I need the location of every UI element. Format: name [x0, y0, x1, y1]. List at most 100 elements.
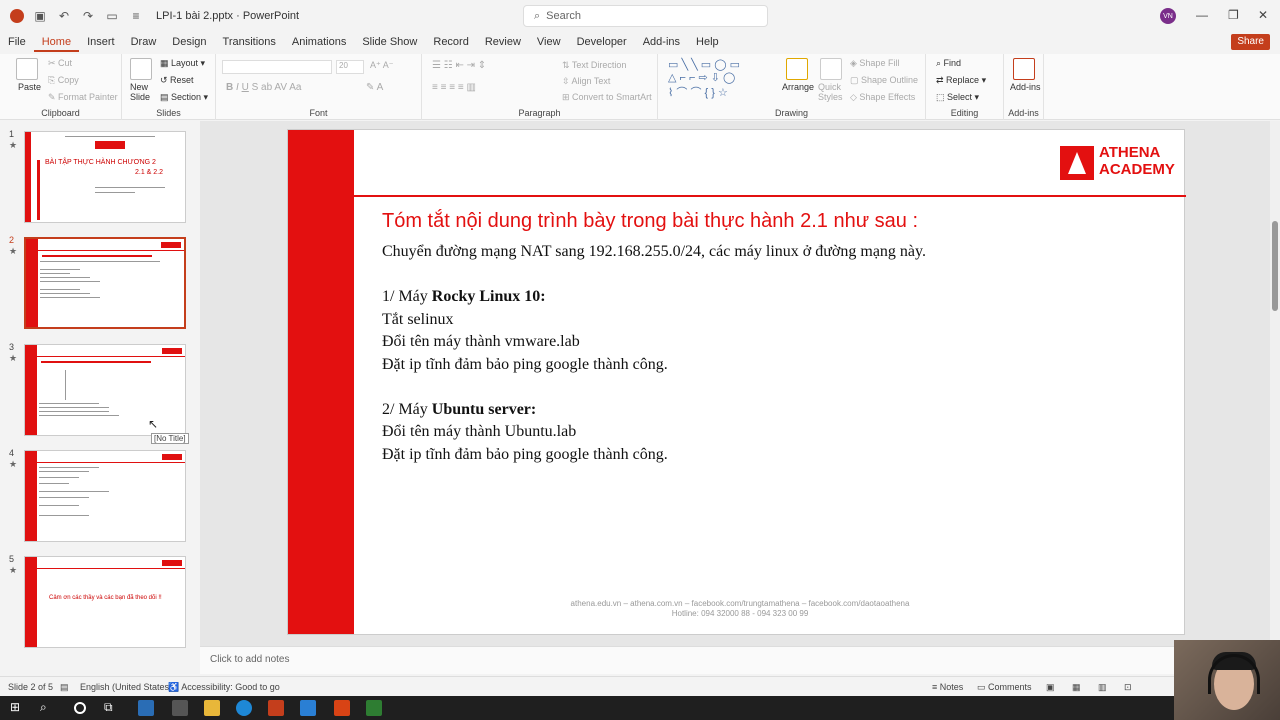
ribbon-tabs: File Home Insert Draw Design Transitions Anima…	[0, 32, 1280, 52]
scrollbar-thumb[interactable]	[1272, 221, 1278, 311]
customize-toolbar-icon[interactable]: ≡	[128, 8, 144, 24]
paste-button[interactable]: Paste	[18, 82, 41, 92]
addins-button[interactable]: Add-ins	[1010, 82, 1041, 92]
tab-view[interactable]: View	[529, 32, 569, 52]
tab-file[interactable]: File	[0, 32, 34, 52]
thumb-line	[39, 411, 109, 412]
slide-thumbnail-5[interactable]: Cảm ơn các thầy và các bạn đã theo dõi !…	[24, 556, 186, 648]
grow-font-icon[interactable]: A⁺ A⁻	[370, 60, 394, 71]
paste-icon[interactable]	[16, 58, 38, 80]
find-button[interactable]: ⌕ Find	[936, 58, 961, 69]
taskbar-app-icon[interactable]	[300, 700, 316, 716]
minimize-icon[interactable]: —	[1196, 8, 1208, 22]
taskbar-app-icon[interactable]	[334, 700, 350, 716]
new-slide-icon[interactable]	[130, 58, 152, 80]
font-size-box[interactable]: 20	[336, 60, 364, 74]
quick-styles-icon[interactable]	[820, 58, 842, 80]
reset-button[interactable]: ↺ Reset	[160, 75, 194, 86]
font-name-box[interactable]	[222, 60, 332, 74]
undo-icon[interactable]: ↶	[56, 8, 72, 24]
clipboard-group: Paste ✂ Cut ⎘ Copy ✎ Format Painter Clip…	[0, 54, 122, 120]
slide-body[interactable]: Chuyển đường mạng NAT sang 192.168.255.0…	[382, 241, 926, 466]
addins-icon[interactable]	[1013, 58, 1035, 80]
shape-outline-button[interactable]: ▢ Shape Outline	[850, 75, 918, 86]
shape-effects-button[interactable]: ◇ Shape Effects	[850, 92, 915, 103]
search-box[interactable]: ⌕ Search	[523, 5, 768, 27]
tab-help[interactable]: Help	[688, 32, 727, 52]
close-icon[interactable]: ✕	[1258, 8, 1268, 22]
language-status[interactable]: English (United States)	[80, 682, 172, 692]
slide-thumbnail-2[interactable]	[24, 237, 186, 329]
tab-transitions[interactable]: Transitions	[215, 32, 284, 52]
thumb-red-accent	[37, 160, 40, 220]
edge-icon[interactable]	[236, 700, 252, 716]
notes-pane[interactable]: Click to add notes	[200, 646, 1270, 674]
align-icons[interactable]: ≡ ≡ ≡ ≡ ▥	[432, 82, 476, 93]
tab-design[interactable]: Design	[164, 32, 214, 52]
slide-title[interactable]: Tóm tắt nội dung trình bày trong bài thự…	[382, 210, 918, 233]
current-slide[interactable]: ATHENA ACADEMY Tóm tắt nội dung trình bà…	[287, 129, 1186, 635]
vertical-scrollbar[interactable]	[1270, 121, 1280, 646]
format-painter-label: Format Painter	[58, 92, 118, 102]
slide-sorter-icon[interactable]: ▦	[1072, 682, 1081, 693]
tab-developer[interactable]: Developer	[569, 32, 635, 52]
share-button[interactable]: Share	[1231, 34, 1270, 50]
text-direction-button[interactable]: ⇅ Text Direction	[562, 60, 626, 71]
taskbar-search-icon[interactable]: ⌕	[40, 700, 56, 716]
list-icons[interactable]: ☰ ☷ ⇤ ⇥ ⇕	[432, 60, 486, 71]
restore-icon[interactable]: ❐	[1228, 8, 1239, 22]
comments-toggle[interactable]: ▭ Comments	[977, 682, 1032, 693]
powerpoint-taskbar-icon[interactable]	[268, 700, 284, 716]
shape-fill-button[interactable]: ◈ Shape Fill	[850, 58, 899, 69]
normal-view-icon[interactable]: ▣	[1046, 682, 1055, 693]
tab-insert[interactable]: Insert	[79, 32, 123, 52]
replace-button[interactable]: ⇄ Replace ▾	[936, 75, 986, 86]
calculator-icon[interactable]	[172, 700, 188, 716]
section-1-prefix: 1/ Máy	[382, 288, 432, 305]
taskbar-app-icon[interactable]	[138, 700, 154, 716]
spellcheck-icon[interactable]: ▤	[60, 682, 69, 693]
accessibility-status[interactable]: ♿ Accessibility: Good to go	[168, 682, 280, 693]
new-slide-button[interactable]: New Slide	[130, 82, 156, 102]
reading-view-icon[interactable]: ▥	[1098, 682, 1107, 693]
text-format-icons[interactable]: B I U S ab AV Aa	[226, 82, 301, 93]
layout-button[interactable]: ▦ Layout ▾	[160, 58, 205, 69]
taskbar-app-icon[interactable]	[366, 700, 382, 716]
user-avatar[interactable]: VN	[1160, 8, 1176, 24]
tab-record[interactable]: Record	[425, 32, 476, 52]
file-explorer-icon[interactable]	[204, 700, 220, 716]
thumb-line	[95, 187, 165, 188]
shapes-gallery-icon[interactable]: ▭ ╲ ╲ ▭ ◯ ▭ △ ⌐ ⌐ ⇨ ⇩ ◯ ⌇ ⌒ ⌒ { } ☆	[668, 58, 740, 100]
thumb-red-bar	[25, 132, 31, 222]
select-button[interactable]: ⬚ Select ▾	[936, 92, 979, 103]
notes-toggle[interactable]: ≡ Notes	[932, 682, 963, 692]
tab-review[interactable]: Review	[477, 32, 529, 52]
present-icon[interactable]: ▭	[104, 8, 120, 24]
cortana-icon[interactable]	[74, 702, 86, 714]
tab-home[interactable]: Home	[33, 32, 80, 52]
align-text-button[interactable]: ⇳ Align Text	[562, 76, 610, 87]
slide-thumbnail-4[interactable]	[24, 450, 186, 542]
redo-icon[interactable]: ↷	[80, 8, 96, 24]
thumb1-sub: 2.1 & 2.2	[135, 169, 164, 176]
format-painter-button[interactable]: ✎ Format Painter	[48, 92, 118, 103]
arrange-button[interactable]: Arrange	[782, 82, 814, 92]
slide-thumbnail-1[interactable]: BÀI TẬP THỰC HÀNH CHƯƠNG 2 2.1 & 2.2	[24, 131, 186, 223]
arrange-icon[interactable]	[786, 58, 808, 80]
smartart-button[interactable]: ⊞ Convert to SmartArt	[562, 92, 652, 103]
section-button[interactable]: ▤ Section ▾	[160, 92, 208, 103]
task-view-icon[interactable]: ⧉	[104, 700, 120, 716]
font-color-icon[interactable]: ✎ A	[366, 82, 383, 93]
tab-add-ins[interactable]: Add-ins	[635, 32, 688, 52]
thumb-logo	[162, 560, 182, 566]
copy-button[interactable]: ⎘ Copy	[48, 75, 79, 86]
quick-styles-button[interactable]: Quick Styles	[818, 82, 846, 102]
tab-animations[interactable]: Animations	[284, 32, 354, 52]
save-icon[interactable]: ▣	[32, 8, 48, 24]
windows-start-icon[interactable]: ⊞	[10, 700, 26, 716]
slideshow-view-icon[interactable]: ⊡	[1124, 682, 1132, 693]
cut-button[interactable]: ✂ Cut	[48, 58, 72, 69]
tab-slide-show[interactable]: Slide Show	[354, 32, 425, 52]
slide-thumbnail-3[interactable]	[24, 344, 186, 436]
tab-draw[interactable]: Draw	[123, 32, 165, 52]
